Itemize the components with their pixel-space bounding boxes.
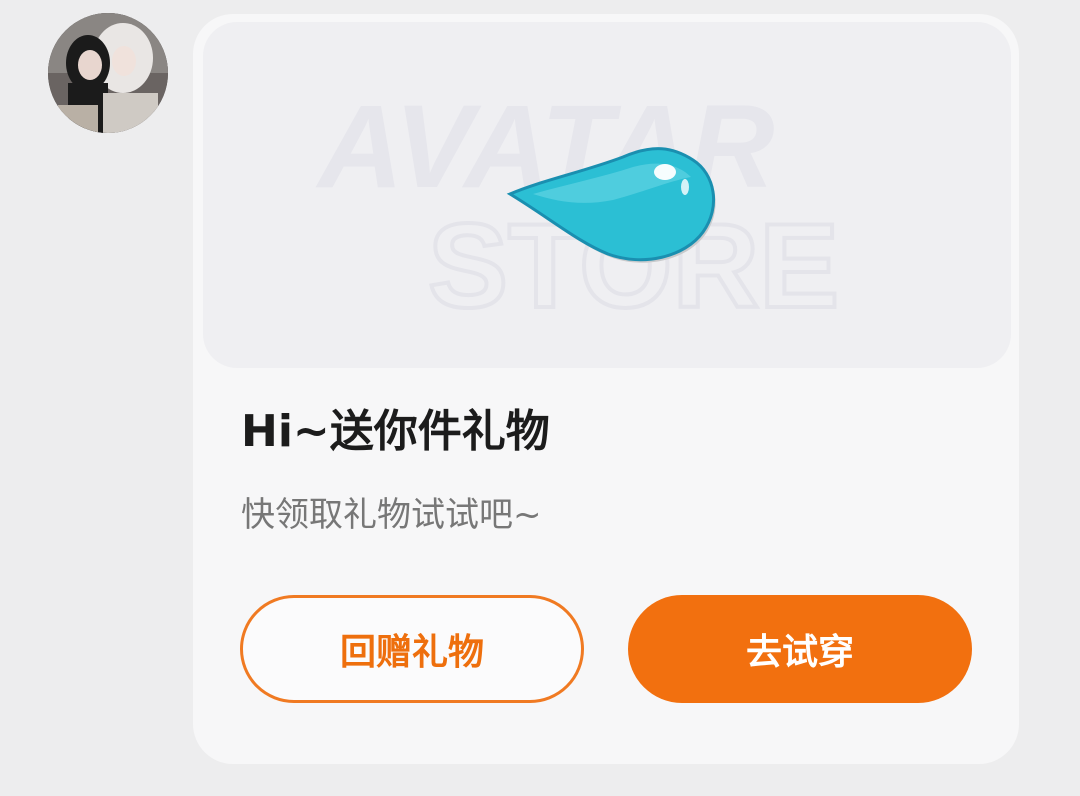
sender-avatar[interactable] [48, 13, 168, 133]
try-on-button[interactable]: 去试穿 [628, 595, 972, 703]
gift-message-card[interactable]: AVATAR STORE Hi~送你件礼物 快领取礼物试试吧~ 回赠礼物 去试穿 [193, 14, 1019, 764]
gift-banner-art: AVATAR STORE [315, 81, 841, 335]
chat-page: AVATAR STORE Hi~送你件礼物 快领取礼物试试吧~ 回赠礼物 去试穿 [0, 0, 1080, 796]
gift-banner: AVATAR STORE [203, 22, 1011, 368]
avatar-image [48, 13, 168, 133]
gift-card-subtitle: 快领取礼物试试吧~ [241, 495, 542, 535]
return-gift-button[interactable]: 回赠礼物 [240, 595, 584, 703]
gift-card-title: Hi~送你件礼物 [241, 406, 550, 457]
